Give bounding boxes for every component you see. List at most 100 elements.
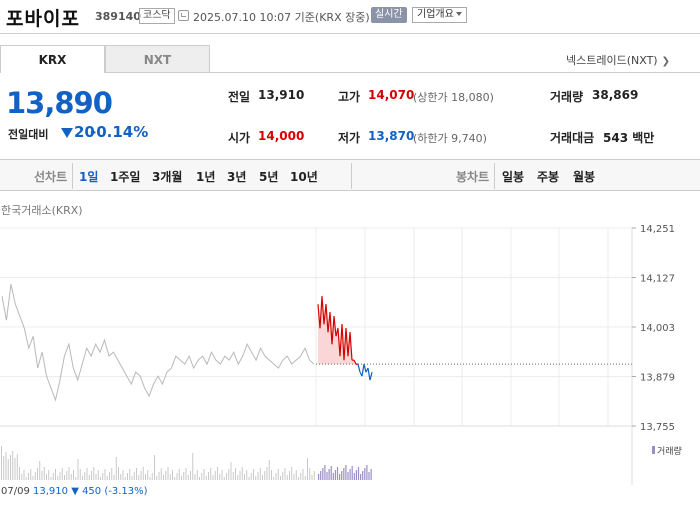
volume-bar	[34, 472, 36, 480]
volume-bar	[230, 462, 232, 480]
clock-icon	[178, 10, 189, 21]
volume-bar	[309, 468, 311, 480]
volume-bar-today	[347, 472, 349, 480]
volume-bar	[219, 474, 221, 480]
period-10y[interactable]: 10년	[290, 168, 318, 185]
volume-bar-today	[353, 473, 355, 480]
y-tick-label: 14,003	[640, 323, 675, 334]
volume-bar	[163, 475, 164, 480]
volume-bar	[203, 469, 205, 480]
volume-bar	[50, 477, 52, 480]
volume-bar	[149, 477, 151, 480]
period-1d[interactable]: 1일	[79, 168, 98, 185]
volume-bar	[68, 467, 70, 480]
volume-bar	[284, 468, 286, 480]
volume-bar	[10, 455, 11, 480]
volume-bar	[14, 458, 16, 480]
volume-bar	[239, 471, 241, 480]
volume-bar	[217, 467, 218, 480]
candle-weekly[interactable]: 주봉	[537, 168, 559, 185]
price-chart[interactable]: 14,25114,12714,00313,87913,755 07/1010:0…	[0, 215, 700, 485]
volume-bar-today	[360, 474, 362, 480]
volume-label: 거래량	[550, 90, 584, 104]
volume-bar	[172, 470, 173, 480]
volume-bar-today	[341, 471, 343, 480]
volume-bar	[253, 469, 254, 480]
volume-bar	[223, 477, 225, 480]
volume-bar-today	[326, 472, 328, 480]
volume-bar	[156, 476, 158, 480]
volume-bar-today	[322, 468, 324, 480]
period-5y[interactable]: 5년	[259, 168, 278, 185]
realtime-button[interactable]: 실시간	[371, 7, 407, 23]
high-value: 14,070	[368, 88, 415, 102]
volume-bar	[73, 470, 74, 480]
prev-close-value: 13,910	[258, 88, 305, 102]
volume-bar	[246, 470, 248, 480]
volume-bar-today	[357, 467, 360, 480]
period-3m[interactable]: 3개월	[152, 168, 182, 185]
volume-bar	[199, 477, 200, 480]
volume-bar-today	[328, 469, 330, 480]
volume-bar	[151, 473, 153, 480]
high-label: 고가	[338, 90, 361, 104]
period-1y[interactable]: 1년	[196, 168, 215, 185]
y-tick-label: 14,127	[640, 274, 675, 285]
volume-bar	[268, 460, 270, 480]
today-line-segment	[367, 368, 371, 381]
candle-daily[interactable]: 일봉	[502, 168, 524, 185]
volume-bar-today	[332, 473, 334, 480]
volume-bar	[86, 468, 88, 480]
nextrade-link[interactable]: 넥스트레이드(NXT) ❯	[566, 52, 670, 68]
prev-day-summary: 07/09 13,910 ▼ 450 (-3.13%)	[1, 486, 148, 497]
volume-bar	[16, 454, 18, 480]
tab-nxt[interactable]: NXT	[105, 45, 210, 73]
y-axis-ticks: 14,251 14,127 14,003 13,879 13,755	[632, 224, 675, 433]
volume-bar	[55, 469, 56, 480]
volume-bar	[190, 471, 191, 480]
nextrade-link-label: 넥스트레이드(NXT)	[566, 54, 658, 67]
volume-bar	[275, 473, 277, 480]
volume-bar	[160, 468, 162, 480]
volume-bar	[237, 475, 239, 480]
volume-bar	[122, 470, 124, 480]
volume-bar	[201, 473, 203, 480]
prev-day-date: 07/09	[1, 486, 30, 497]
volume-bar	[298, 477, 299, 480]
volume-bar	[127, 473, 128, 480]
change-percent: -0.14%	[90, 123, 149, 141]
volume-bar	[250, 473, 252, 480]
volume-bar	[248, 477, 250, 480]
prev-day-line	[1, 284, 315, 402]
chart-period-bar: 선차트 1일 1주일 3개월 1년 3년 5년 10년 봉차트 일봉 주봉 월봉	[0, 159, 700, 191]
volume-bar	[282, 472, 284, 480]
volume-bar	[178, 469, 180, 480]
tab-krx[interactable]: KRX	[0, 45, 105, 73]
company-overview-button[interactable]: 기업개요	[412, 7, 467, 23]
volume-bar-today	[339, 474, 341, 480]
volume-bar	[311, 475, 313, 480]
volume-bar	[302, 469, 304, 480]
volume-bars	[1, 446, 372, 480]
volume-bar	[133, 472, 135, 480]
volume-bar	[88, 475, 90, 480]
volume-bar	[194, 474, 196, 480]
volume-bar	[3, 456, 5, 480]
amount-number: 543	[603, 131, 629, 145]
y-tick-label: 13,879	[640, 373, 675, 384]
amount-unit: 백만	[632, 131, 655, 145]
volume-bar	[120, 474, 122, 480]
candle-monthly[interactable]: 월봉	[573, 168, 595, 185]
volume-bar	[181, 476, 182, 480]
volume-bar-today	[320, 471, 322, 480]
volume-bar-today	[362, 471, 364, 480]
prev-day-pct: (-3.13%)	[104, 486, 148, 497]
volume-bar-today	[324, 465, 326, 480]
volume-bar	[28, 473, 29, 480]
volume-bar	[147, 470, 149, 480]
prev-close-label: 전일	[228, 90, 251, 104]
volume-bar	[70, 474, 72, 480]
period-1w[interactable]: 1주일	[110, 168, 140, 185]
volume-bar	[304, 476, 306, 480]
period-3y[interactable]: 3년	[227, 168, 246, 185]
